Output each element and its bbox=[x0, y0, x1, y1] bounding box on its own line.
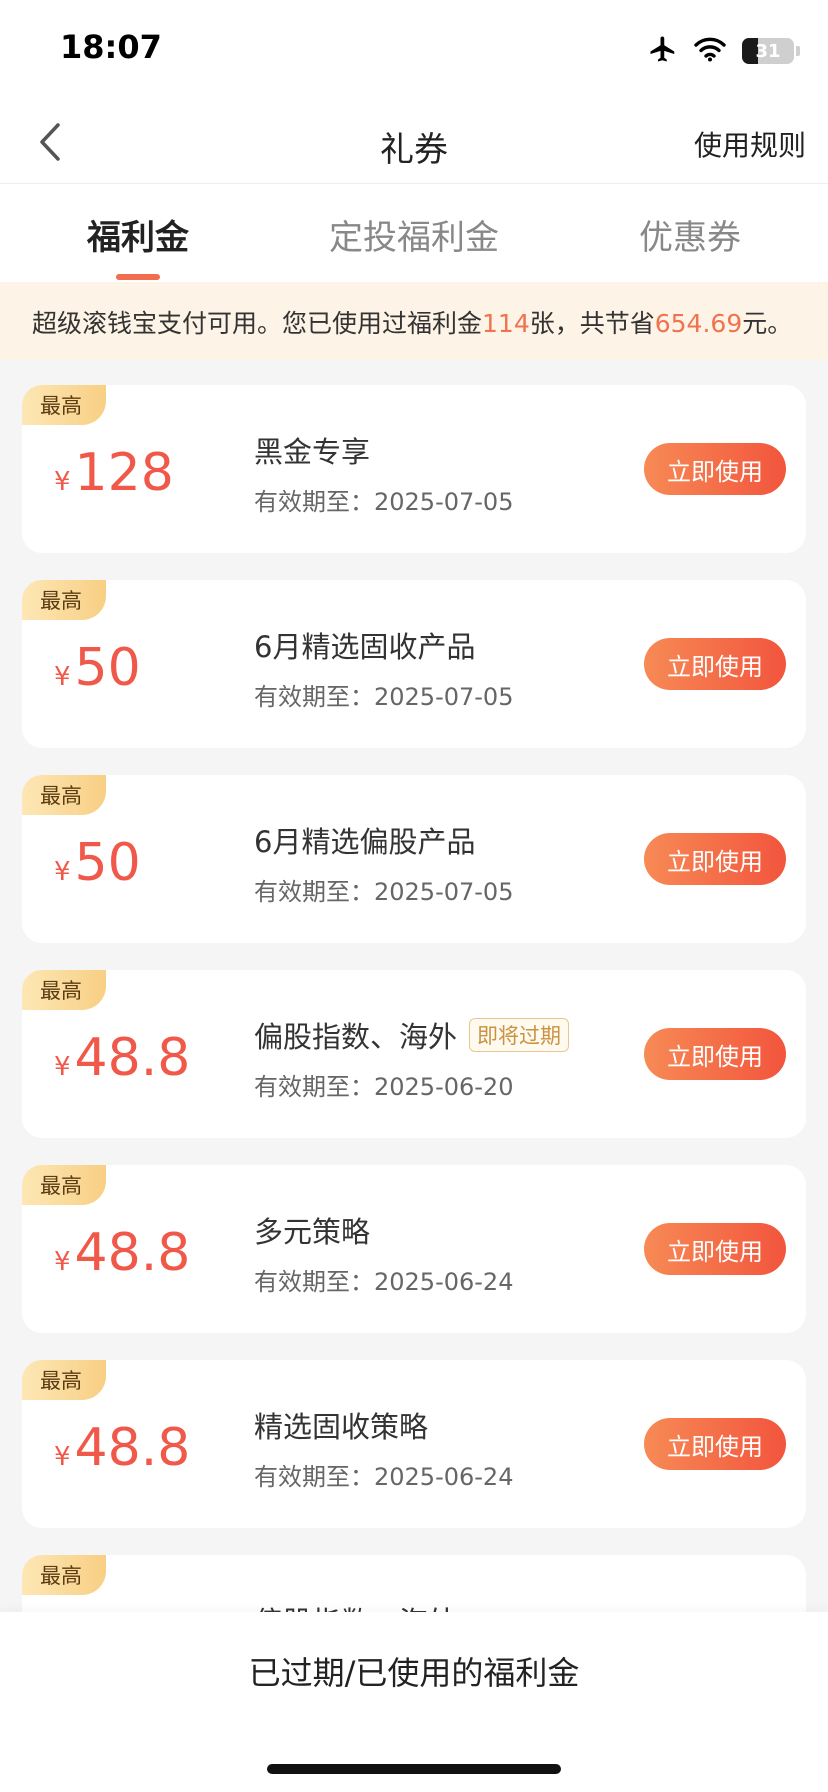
coupon-card: 最高 ¥48.8 偏股指数、海外 即将过期 有效期至：2025-06-20 立即使… bbox=[22, 970, 806, 1138]
coupon-expiry: 有效期至：2025-07-05 bbox=[254, 683, 514, 711]
status-bar: 18:07 31 bbox=[0, 0, 828, 100]
use-now-button[interactable]: 立即使用 bbox=[644, 443, 786, 495]
battery-icon: 31 bbox=[742, 38, 800, 64]
currency-symbol: ¥ bbox=[54, 662, 71, 692]
amount-value: 48.8 bbox=[74, 1223, 191, 1283]
amount-value: 48.8 bbox=[74, 1418, 191, 1478]
max-badge: 最高 bbox=[22, 1165, 106, 1205]
battery-text: 31 bbox=[755, 40, 781, 62]
coupon-title: 6月精选固收产品 bbox=[254, 624, 475, 666]
coupon-expiry: 有效期至：2025-07-05 bbox=[254, 878, 514, 906]
coupon-amount: ¥50 bbox=[54, 638, 141, 698]
coupon-expiry: 有效期至：2025-06-24 bbox=[254, 1463, 514, 1491]
usage-notice: 超级滚钱宝支付可用。您已使用过福利金114张，共节省654.69元。 bbox=[0, 282, 828, 360]
currency-symbol: ¥ bbox=[54, 1247, 71, 1277]
nav-bar: 礼券 使用规则 bbox=[0, 100, 828, 184]
currency-symbol: ¥ bbox=[54, 1052, 71, 1082]
coupon-amount: ¥128 bbox=[54, 443, 174, 503]
coupon-card: 最高 ¥50 6月精选偏股产品 有效期至：2025-07-05 立即使用 bbox=[22, 775, 806, 943]
notice-used-count: 114 bbox=[482, 309, 530, 338]
use-now-button[interactable]: 立即使用 bbox=[644, 1418, 786, 1470]
active-tab-indicator bbox=[116, 274, 160, 280]
currency-symbol: ¥ bbox=[54, 467, 71, 497]
coupon-title: 精选固收策略 bbox=[254, 1404, 428, 1446]
coupon-expiry: 有效期至：2025-07-05 bbox=[254, 488, 514, 516]
wifi-icon bbox=[694, 36, 726, 66]
coupon-amount: ¥50 bbox=[54, 833, 141, 893]
max-badge: 最高 bbox=[22, 970, 106, 1010]
use-now-button[interactable]: 立即使用 bbox=[644, 1223, 786, 1275]
status-time: 18:07 bbox=[60, 28, 162, 66]
max-badge: 最高 bbox=[22, 385, 106, 425]
currency-symbol: ¥ bbox=[54, 857, 71, 887]
use-now-button[interactable]: 立即使用 bbox=[644, 638, 786, 690]
amount-value: 50 bbox=[74, 833, 141, 893]
tab-discount-coupons[interactable]: 优惠券 bbox=[639, 210, 741, 259]
coupon-title: 多元策略 bbox=[254, 1209, 370, 1251]
coupon-title-text: 6月精选固收产品 bbox=[254, 630, 476, 664]
tab-welfare-fund[interactable]: 福利金 bbox=[87, 210, 189, 259]
coupon-title: 黑金专享 bbox=[254, 429, 370, 471]
expired-used-welfare-link[interactable]: 已过期/已使用的福利金 bbox=[0, 1648, 828, 1694]
coupon-amount: ¥48.8 bbox=[54, 1418, 190, 1478]
coupon-title-text: 精选固收策略 bbox=[254, 1410, 429, 1444]
tab-sip-welfare-fund[interactable]: 定投福利金 bbox=[329, 210, 499, 259]
notice-prefix: 超级滚钱宝支付可用。您已使用过福利金 bbox=[32, 309, 483, 338]
coupon-title-text: 多元策略 bbox=[254, 1215, 371, 1249]
usage-rules-link[interactable]: 使用规则 bbox=[694, 124, 806, 164]
bottom-bar: 已过期/已使用的福利金 bbox=[0, 1612, 828, 1792]
coupon-card: 最高 ¥48.8 精选固收策略 有效期至：2025-06-24 立即使用 bbox=[22, 1360, 806, 1528]
coupon-title: 6月精选偏股产品 bbox=[254, 819, 475, 861]
amount-value: 128 bbox=[74, 443, 174, 503]
coupon-amount: ¥48.8 bbox=[54, 1223, 190, 1283]
coupon-card: 最高 ¥128 黑金专享 有效期至：2025-07-05 立即使用 bbox=[22, 385, 806, 553]
status-icons: 31 bbox=[648, 34, 800, 68]
coupon-list: 最高 ¥128 黑金专享 有效期至：2025-07-05 立即使用 最高 ¥50… bbox=[22, 385, 806, 1750]
coupons-page: 18:07 31 礼券 使用规则 福利金 定投福利金 优惠券 超级滚钱宝支付可用… bbox=[0, 0, 828, 1792]
tab-bar: 福利金 定投福利金 优惠券 bbox=[0, 184, 828, 282]
home-indicator bbox=[267, 1764, 561, 1774]
use-now-button[interactable]: 立即使用 bbox=[644, 833, 786, 885]
use-now-button[interactable]: 立即使用 bbox=[644, 1028, 786, 1080]
coupon-title: 偏股指数、海外 即将过期 bbox=[254, 1014, 570, 1056]
max-badge: 最高 bbox=[22, 580, 106, 620]
coupon-expiry: 有效期至：2025-06-20 bbox=[254, 1073, 514, 1101]
coupon-title-text: 黑金专享 bbox=[254, 435, 371, 469]
coupon-card: 最高 ¥48.8 多元策略 有效期至：2025-06-24 立即使用 bbox=[22, 1165, 806, 1333]
airplane-icon bbox=[648, 34, 678, 68]
notice-middle: 张，共节省 bbox=[529, 309, 655, 338]
coupon-title-text: 偏股指数、海外 bbox=[254, 1020, 458, 1054]
notice-saved-amount: 654.69 bbox=[654, 309, 743, 338]
notice-suffix: 元。 bbox=[742, 309, 793, 338]
coupon-expiry: 有效期至：2025-06-24 bbox=[254, 1268, 514, 1296]
coupon-amount: ¥48.8 bbox=[54, 1028, 190, 1088]
max-badge: 最高 bbox=[22, 775, 106, 815]
expiring-soon-tag: 即将过期 bbox=[469, 1018, 570, 1052]
currency-symbol: ¥ bbox=[54, 1442, 71, 1472]
coupon-card: 最高 ¥50 6月精选固收产品 有效期至：2025-07-05 立即使用 bbox=[22, 580, 806, 748]
amount-value: 50 bbox=[74, 638, 141, 698]
max-badge: 最高 bbox=[22, 1360, 106, 1400]
amount-value: 48.8 bbox=[74, 1028, 191, 1088]
max-badge: 最高 bbox=[22, 1555, 106, 1595]
coupon-title-text: 6月精选偏股产品 bbox=[254, 825, 476, 859]
